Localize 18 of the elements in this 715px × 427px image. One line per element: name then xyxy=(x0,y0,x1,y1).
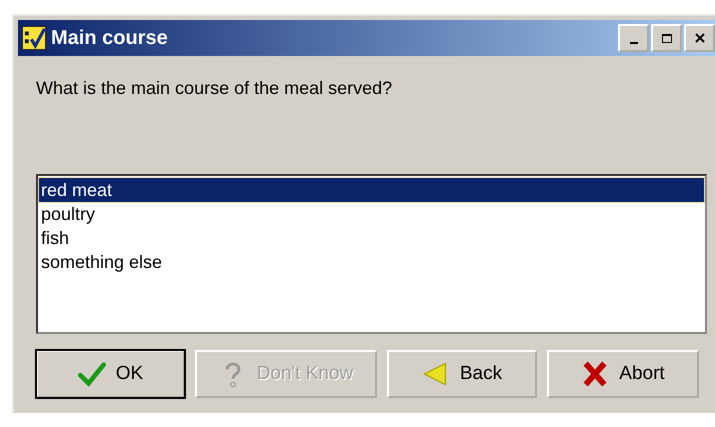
window-title: Main course xyxy=(51,26,169,50)
maximize-icon xyxy=(660,33,672,43)
list-item[interactable]: fish xyxy=(39,226,704,250)
options-list[interactable]: red meat poultry fish something else xyxy=(36,174,707,334)
checklist-icon xyxy=(21,24,47,52)
cross-icon xyxy=(581,360,610,388)
dialog-button[interactable]: OK xyxy=(36,350,185,398)
close-icon xyxy=(694,33,706,43)
checkmark-icon xyxy=(78,360,106,388)
minimize-icon xyxy=(630,42,638,44)
list-item[interactable]: red meat xyxy=(39,178,704,202)
dialog-button[interactable]: Abort xyxy=(547,350,699,398)
maximize-button[interactable] xyxy=(651,24,682,52)
list-item[interactable]: something else xyxy=(39,250,704,274)
question-text: What is the main course of the meal served? xyxy=(36,78,394,100)
dialog-button[interactable]: Back xyxy=(387,350,537,398)
close-button[interactable] xyxy=(684,24,715,52)
list-item[interactable]: poultry xyxy=(39,202,704,226)
